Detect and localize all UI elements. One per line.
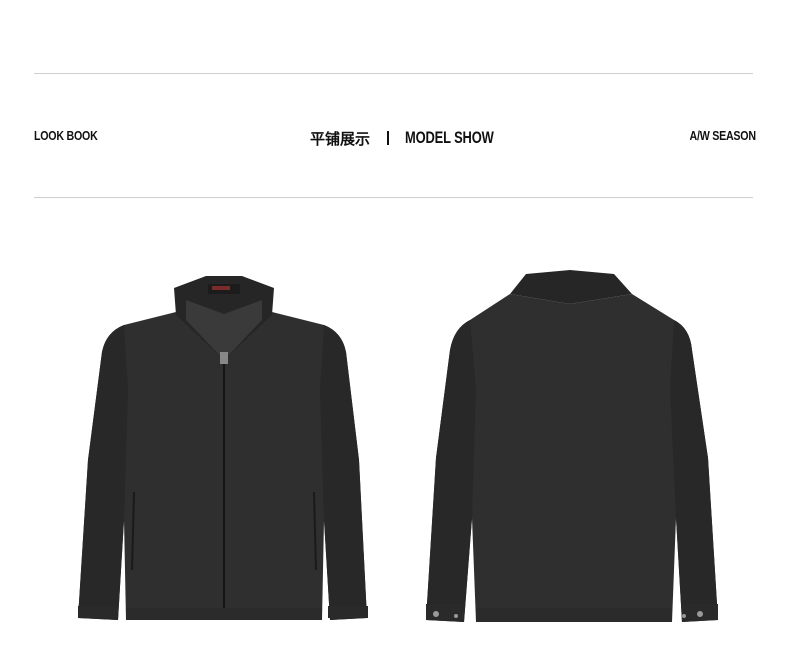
jacket-back-image bbox=[420, 268, 722, 625]
season-label: A/W SEASON bbox=[689, 128, 756, 143]
bottom-divider bbox=[34, 197, 753, 198]
top-divider bbox=[34, 73, 753, 74]
title-separator bbox=[387, 131, 390, 145]
section-title-en: MODEL SHOW bbox=[405, 128, 494, 147]
section-title-cn: 平铺展示 bbox=[310, 129, 371, 148]
look-book-label: LOOK BOOK bbox=[34, 128, 98, 143]
section-title: 平铺展示 MODEL SHOW bbox=[310, 126, 522, 150]
jacket-front-image bbox=[74, 270, 374, 625]
lookbook-header: LOOK BOOK 平铺展示 MODEL SHOW A/W SEASON bbox=[34, 126, 756, 150]
